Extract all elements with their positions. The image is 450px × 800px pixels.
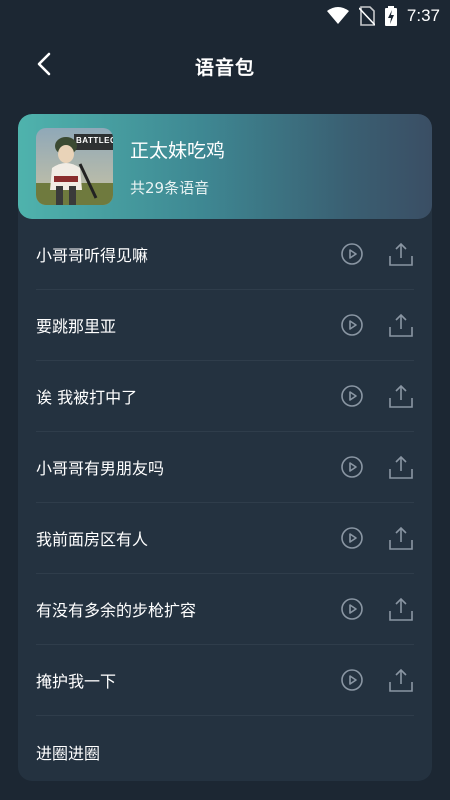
status-time: 7:37 xyxy=(406,6,440,25)
share-upload-icon[interactable] xyxy=(388,312,414,338)
share-upload-icon[interactable] xyxy=(388,383,414,409)
voice-line-label: 小哥哥听得见嘛 xyxy=(36,246,149,265)
voice-line-row[interactable]: 我前面房区有人 xyxy=(36,503,414,574)
play-circle-icon[interactable] xyxy=(340,455,364,479)
back-button[interactable] xyxy=(28,50,60,82)
wifi-icon xyxy=(326,7,349,25)
voice-line-row[interactable]: 要跳那里亚 xyxy=(36,290,414,361)
voice-line-label: 有没有多余的步枪扩容 xyxy=(36,601,197,620)
voice-line-label: 进圈进圈 xyxy=(36,743,101,763)
share-upload-icon[interactable] xyxy=(388,525,414,551)
voice-line-row[interactable]: 有没有多余的步枪扩容 xyxy=(36,574,414,645)
play-circle-icon[interactable] xyxy=(340,384,364,408)
top-bar: 语音包 xyxy=(0,36,450,96)
pack-count: 共29条语音 xyxy=(130,178,210,197)
voice-line-row[interactable]: 进圈进圈 xyxy=(36,716,414,781)
share-upload-icon[interactable] xyxy=(388,241,414,267)
voice-line-label: 掩护我一下 xyxy=(36,672,117,691)
row-actions xyxy=(340,312,414,338)
pack-info: 正太妹吃鸡 共29条语音 xyxy=(130,136,225,198)
battery-charging-icon xyxy=(384,6,397,26)
voice-line-row[interactable]: 小哥哥听得见嘛 xyxy=(36,219,414,290)
row-actions xyxy=(340,241,414,267)
play-circle-icon[interactable] xyxy=(340,313,364,337)
voice-line-row[interactable]: 掩护我一下 xyxy=(36,645,414,716)
share-upload-icon[interactable] xyxy=(388,667,414,693)
pack-thumbnail-label: BATTLEGR xyxy=(76,136,113,145)
voice-pack-header: BATTLEGR 正太妹吃鸡 共29条语音 xyxy=(18,114,432,219)
voice-line-label: 小哥哥有男朋友吗 xyxy=(36,459,165,478)
play-circle-icon[interactable] xyxy=(340,526,364,550)
chevron-left-icon xyxy=(36,52,52,80)
voice-line-label: 诶 我被打中了 xyxy=(36,388,138,407)
pack-thumbnail: BATTLEGR xyxy=(36,128,113,205)
row-actions xyxy=(340,454,414,480)
row-actions xyxy=(340,525,414,551)
no-sim-icon xyxy=(358,6,375,26)
share-upload-icon[interactable] xyxy=(388,454,414,480)
voice-line-label: 要跳那里亚 xyxy=(36,317,117,336)
page-title: 语音包 xyxy=(194,56,255,79)
voice-line-label: 我前面房区有人 xyxy=(36,530,149,549)
voice-line-row[interactable]: 小哥哥有男朋友吗 xyxy=(36,432,414,503)
pack-name: 正太妹吃鸡 xyxy=(130,139,226,162)
share-upload-icon[interactable] xyxy=(388,596,414,622)
row-actions xyxy=(340,667,414,693)
voice-line-row[interactable]: 诶 我被打中了 xyxy=(36,361,414,432)
voice-list: 小哥哥听得见嘛 要跳那里亚 诶 我被打中了 小哥哥有男朋友吗 我前面房区有人 有… xyxy=(18,219,432,781)
play-circle-icon[interactable] xyxy=(340,668,364,692)
play-circle-icon[interactable] xyxy=(340,597,364,621)
voice-pack-card: BATTLEGR 正太妹吃鸡 共29条语音 小哥哥听得见嘛 要跳那里亚 xyxy=(18,114,432,781)
row-actions xyxy=(340,596,414,622)
status-bar: 7:37 xyxy=(0,0,450,32)
row-actions xyxy=(340,383,414,409)
play-circle-icon[interactable] xyxy=(340,242,364,266)
